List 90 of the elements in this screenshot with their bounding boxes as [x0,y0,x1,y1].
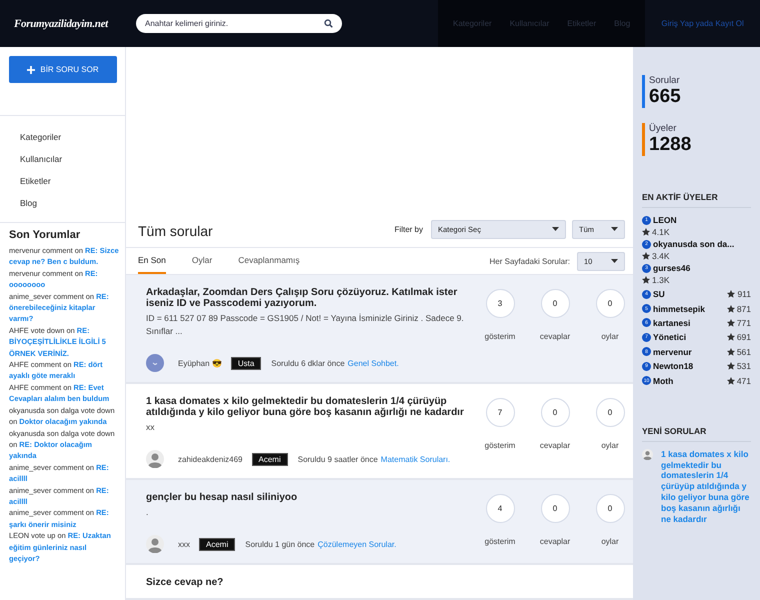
member-points: 1.3K [642,273,751,287]
asked-time: Soruldu 1 gün önce [245,540,315,548]
caret-icon [611,227,618,232]
stat-label: cevaplar [540,441,570,450]
member-points: 3.4K [642,249,751,263]
author-name[interactable]: xxx [178,540,190,548]
filter-label: Filter by [394,224,423,234]
member-points: 471 [726,376,751,386]
member-name[interactable]: gurses46 [653,263,690,273]
star-icon [726,304,735,313]
sort-tab[interactable]: Oylar [192,248,212,274]
sort-tab[interactable]: Cevaplanmamış [238,248,300,274]
sidebar-link[interactable]: Kategoriler [0,126,125,148]
question-excerpt: ID = 611 527 07 89 Passcode = GS1905 / Not! = Yayına İsminizle Giriniz . Sadece 9. Sınıflar ... [146,312,465,338]
star-icon [726,362,735,370]
author-name[interactable]: zahideakdeniz469 [178,454,242,464]
author-name[interactable]: Eyüphan 😎 [178,358,222,368]
member-name[interactable]: Newton18 [653,361,694,372]
asked-time: Soruldu 6 dklar önce [271,358,345,368]
search-icon[interactable] [324,19,333,28]
star-icon [726,376,735,385]
category-link[interactable]: Matematik Soruları. [380,454,450,464]
stat-count: 0 [596,289,624,318]
star-icon [642,276,650,284]
question-title[interactable]: gençler bu hesap nasıl siliniyoo [146,492,471,503]
member-points: 871 [726,304,751,314]
caret-icon [611,259,618,263]
stat-label: oylar [601,441,619,450]
stat-value: 1288 [649,134,692,156]
stat-count: 0 [596,398,624,427]
stat-count: 0 [540,494,570,523]
star-icon [642,252,650,260]
member-points: 911 [727,289,751,300]
page-title: Tüm sorular [138,222,214,240]
star-icon [642,228,650,236]
member-name[interactable]: mervenur [653,346,692,357]
stat-count: 3 [486,289,514,318]
stat-label: oylar [601,332,619,341]
stat-count: 0 [540,398,570,427]
member-name[interactable]: okyanusda son da... [653,239,734,249]
stat-name: Üyeler [649,123,678,134]
stat-name: Sorular [649,75,681,86]
rank-badge: Usta [230,356,262,370]
rank-badge: Acemi [252,452,288,466]
stat-label: gösterim [484,441,516,450]
stat-value: 665 [649,86,682,108]
rank-badge: Acemi [199,538,236,550]
site-logo[interactable]: Forumyazilidayim.net [14,18,132,30]
search-field[interactable]: Anahtar kelimeri giriniz. [136,14,342,33]
stat-count: 4 [486,494,514,523]
member-points: 4.1K [642,225,751,239]
question-excerpt: xx [146,421,156,434]
question-title[interactable]: Sizce cevap ne? [146,577,611,588]
section-title: EN AKTİF ÜYELER [642,192,751,208]
question-excerpt: . [146,506,150,519]
member-points: 691 [726,332,751,342]
member-points: 531 [726,361,751,372]
plus-icon [27,66,36,74]
member-points: 561 [726,346,751,357]
sidebar-link[interactable]: Kullanıcılar [0,148,125,170]
stat-count: 0 [540,289,570,318]
star-icon [726,318,735,327]
stat-label: oylar [601,537,619,546]
member-name[interactable]: Moth [653,376,674,386]
member-points: 771 [726,318,751,328]
question-title[interactable]: Arkadaşlar, Zoomdan Ders Çalışıp Soru çözüyoruz. Katılmak ister iseniz ID ve Passcodemi yazıyorum. [146,287,471,309]
star-icon [727,290,736,298]
star-icon [726,333,735,342]
member-name[interactable]: LEON [653,215,677,225]
asked-time: Soruldu 9 saatler önce [298,454,378,464]
caret-icon [552,227,559,232]
question-title[interactable]: 1 kasa domates x kilo gelmektedir bu domateslerin 1/4 çürüyüp atıldığında y kilo geliyor buna göre boş kasanın ağırlığı ne kadardır [146,396,471,418]
sidebar-link[interactable]: Blog [0,192,125,214]
section-title: YENİ SORULAR [642,426,751,442]
stat-count: 7 [486,398,514,427]
stat-label: cevaplar [540,332,570,341]
member-name[interactable]: SU [653,289,665,300]
sidebar-link[interactable]: Etiketler [0,170,125,192]
per-page-label: Her Sayfadaki Sorular: [490,256,570,266]
ask-question-button[interactable]: BİR SORU SOR [9,56,117,83]
stat-count: 0 [596,494,624,523]
member-name[interactable]: himmetsepik [653,304,705,314]
star-icon [726,348,735,356]
section-title: Son Yorumlar [9,229,82,241]
avatar-icon [642,448,653,460]
stat-label: gösterim [484,332,516,341]
stat-label: gösterim [484,537,516,546]
member-name[interactable]: kartanesi [653,318,690,328]
stat-label: cevaplar [540,537,570,546]
member-name[interactable]: Yönetici [653,332,686,342]
